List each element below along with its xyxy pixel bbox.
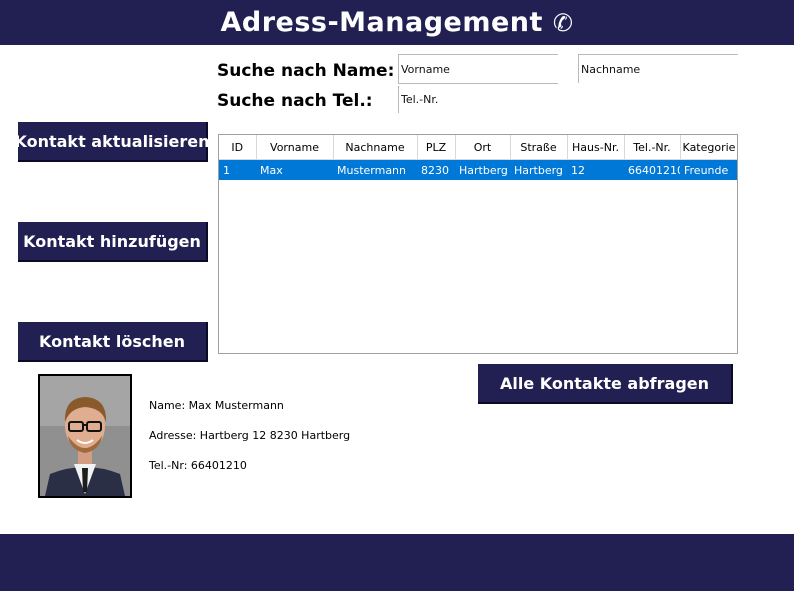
update-contact-button[interactable]: Kontakt aktualisieren	[14, 122, 210, 162]
add-contact-button[interactable]: Kontakt hinzufügen	[18, 222, 208, 262]
table-header-row: ID Vorname Nachname PLZ Ort Straße Haus-…	[219, 135, 737, 160]
table-cell[interactable]: Mustermann	[333, 159, 417, 180]
column-header[interactable]: Straße	[510, 135, 568, 160]
table-cell[interactable]: 12	[567, 159, 624, 180]
table-cell[interactable]: 1	[219, 159, 256, 180]
table-row[interactable]: 1 Max Mustermann 8230 Hartberg Hartberg …	[219, 159, 737, 180]
tel-input[interactable]	[398, 86, 558, 113]
contacts-table[interactable]: ID Vorname Nachname PLZ Ort Straße Haus-…	[218, 134, 738, 354]
app-title-text: Adress-Management	[220, 7, 543, 38]
table-cell[interactable]: Hartberg	[510, 159, 567, 180]
table-cell[interactable]: Hartberg	[455, 159, 510, 180]
detail-name: Name: Max Mustermann	[149, 399, 284, 412]
table-cell[interactable]: Freunde	[680, 159, 737, 180]
column-header[interactable]: Vorname	[256, 135, 334, 160]
footer-bar	[0, 534, 794, 591]
column-header[interactable]: ID	[219, 135, 257, 160]
delete-contact-button[interactable]: Kontakt löschen	[18, 322, 208, 362]
column-header[interactable]: Kategorie	[680, 135, 737, 160]
phone-icon: ✆	[552, 8, 574, 37]
column-header[interactable]: Haus-Nr.	[567, 135, 625, 160]
detail-phone: Tel.-Nr: 66401210	[149, 459, 247, 472]
table-cell[interactable]: 66401210	[624, 159, 680, 180]
nachname-input[interactable]	[578, 54, 738, 83]
app-title: Adress-Management ✆	[0, 0, 794, 45]
table-cell[interactable]: 8230	[417, 159, 455, 180]
column-header[interactable]: Ort	[455, 135, 511, 160]
column-header[interactable]: Nachname	[333, 135, 418, 160]
contact-photo	[38, 374, 132, 498]
detail-address: Adresse: Hartberg 12 8230 Hartberg	[149, 429, 351, 442]
search-tel-label: Suche nach Tel.:	[217, 91, 373, 111]
column-header[interactable]: PLZ	[417, 135, 456, 160]
person-photo-icon	[40, 376, 130, 496]
column-header[interactable]: Tel.-Nr.	[624, 135, 681, 160]
table-cell[interactable]: Max	[256, 159, 333, 180]
search-name-label: Suche nach Name:	[217, 61, 395, 81]
vorname-input[interactable]	[398, 54, 558, 84]
query-all-contacts-button[interactable]: Alle Kontakte abfragen	[478, 364, 733, 404]
